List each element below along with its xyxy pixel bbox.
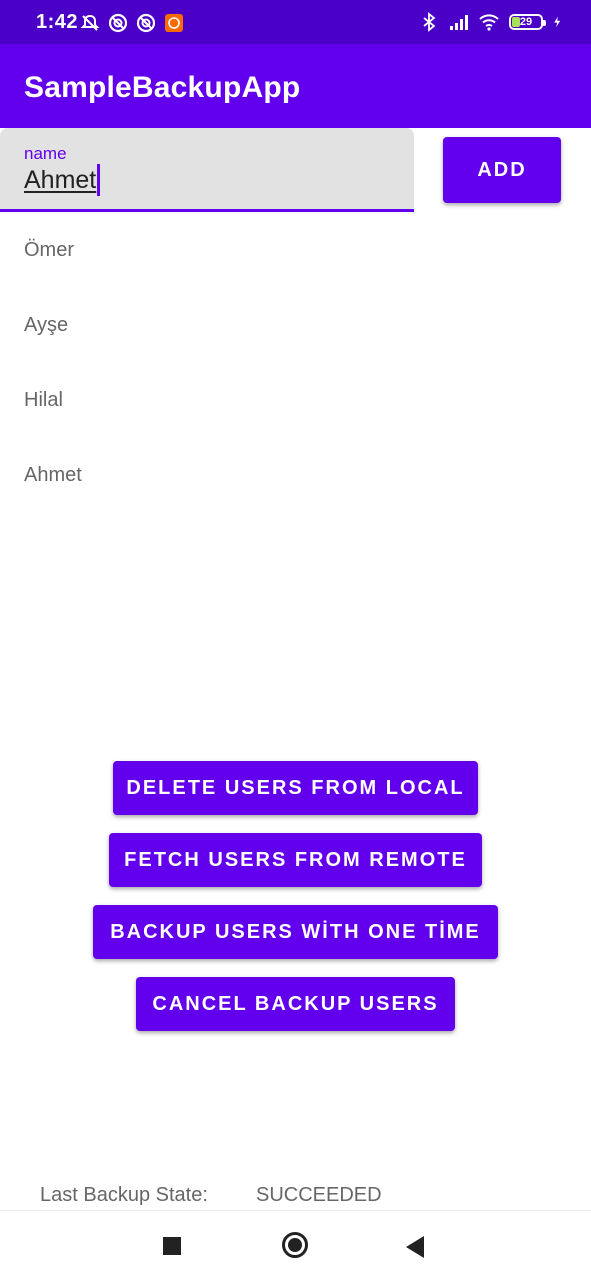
list-item: Ayşe [24,314,69,336]
wifi-icon [479,14,499,31]
bell-off-icon [80,14,100,31]
backup-users-one-time-button[interactable]: BACKUP USERS WİTH ONE TİME [93,905,498,959]
status-time: 1:42 [36,11,79,33]
name-field[interactable]: name Ahmet [0,128,414,212]
name-field-label: name [24,144,67,163]
battery-level: 29 [519,16,533,28]
back-icon[interactable] [406,1236,424,1258]
status-bar: 1:42 29 [0,0,591,44]
navigation-bar [0,1210,591,1281]
status-icons-right: 29 [419,12,565,32]
cancel-backup-users-button[interactable]: CANCEL BACKUP USERS [136,977,455,1031]
delete-users-from-local-button[interactable]: DELETE USERS FROM LOCAL [113,761,478,815]
mi-app-icon [165,14,183,32]
list-item: Ahmet [24,464,82,486]
bluetooth-icon [423,12,436,32]
charging-icon [554,16,561,28]
do-not-disturb-icon [108,13,128,33]
battery-icon: 29 [509,14,546,30]
recents-icon[interactable] [163,1237,181,1255]
add-button[interactable]: ADD [443,137,561,203]
backup-state-label: Last Backup State: [40,1184,208,1206]
text-cursor [97,164,100,196]
status-icons-left [80,13,184,33]
list-item: Ömer [24,239,74,261]
fetch-users-from-remote-button[interactable]: FETCH USERS FROM REMOTE [109,833,482,887]
app-title: SampleBackupApp [24,71,301,104]
name-field-value[interactable]: Ahmet [24,166,96,195]
backup-state-value: SUCCEEDED [256,1184,382,1206]
home-icon[interactable] [282,1232,308,1258]
do-not-disturb-icon [136,13,156,33]
app-bar: SampleBackupApp [0,44,591,128]
list-item: Hilal [24,389,63,411]
signal-icon [450,15,468,30]
